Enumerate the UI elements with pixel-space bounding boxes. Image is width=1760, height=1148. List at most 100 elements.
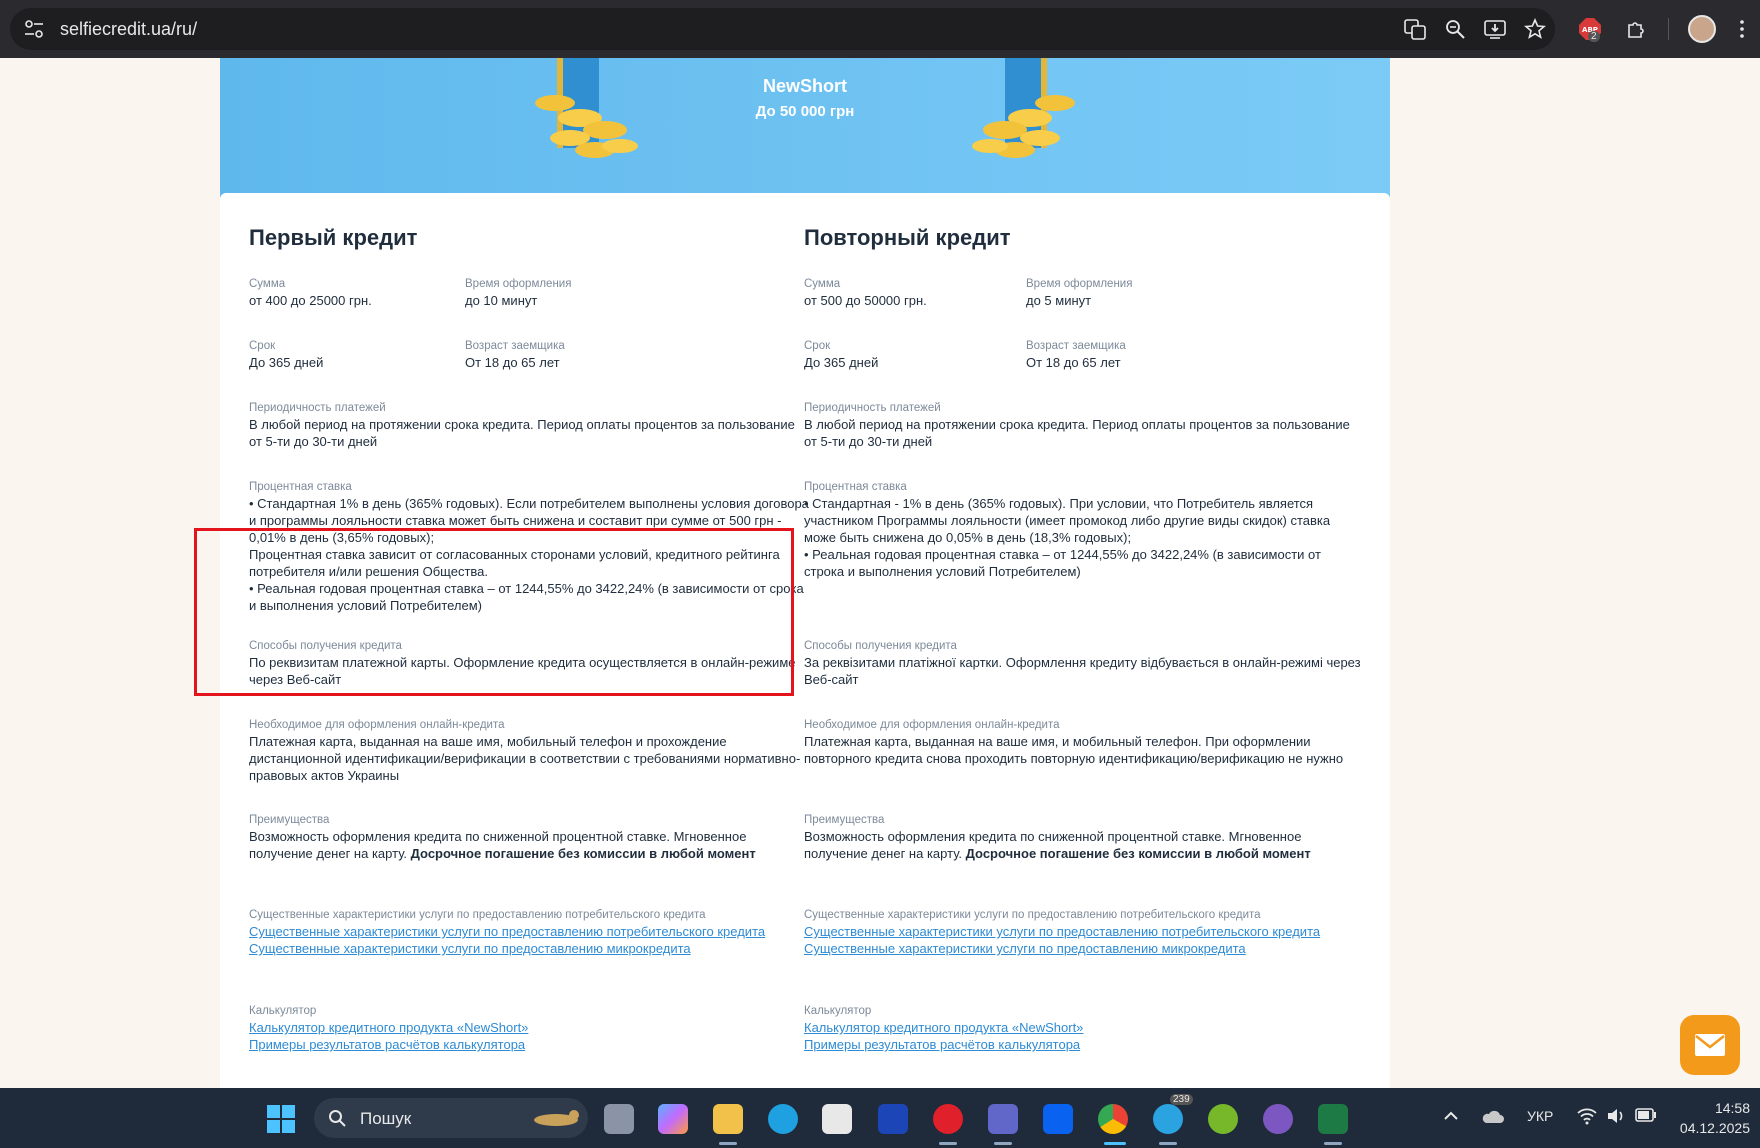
- excel-icon[interactable]: [1318, 1104, 1348, 1134]
- coins-illustration-right: [972, 58, 1075, 158]
- calculator-examples-link[interactable]: Примеры результатов расчётов калькулятор…: [804, 1036, 1364, 1053]
- battery-icon[interactable]: [1635, 1108, 1657, 1122]
- keyboard-language[interactable]: УКР: [1527, 1108, 1553, 1124]
- chrome-active-indicator: [1104, 1142, 1126, 1145]
- contact-chat-button[interactable]: [1680, 1015, 1740, 1075]
- first-credit-title: Первый кредит: [249, 225, 418, 250]
- characteristics-field: Существенные характеристики услуги по пр…: [804, 908, 1364, 957]
- store-icon[interactable]: [822, 1104, 852, 1134]
- mail-icon: [1695, 1034, 1725, 1056]
- age-field: Возраст заемщика От 18 до 65 лет: [465, 339, 665, 371]
- search-highlight-icon: [534, 1110, 579, 1126]
- calculator-label: Калькулятор: [804, 1005, 872, 1017]
- calculator-field: Калькулятор Калькулятор кредитного проду…: [804, 1004, 1364, 1053]
- calculator-link[interactable]: Калькулятор кредитного продукта «NewShor…: [804, 1019, 1364, 1036]
- teams-icon[interactable]: [988, 1104, 1018, 1134]
- advantages-bold-text: Досрочное погашение без комиссии в любой…: [410, 846, 756, 861]
- methods-label: Способы получения кредита: [804, 640, 957, 652]
- lingvo-icon[interactable]: [878, 1104, 908, 1134]
- tray-overflow-chevron-icon[interactable]: [1443, 1110, 1459, 1122]
- search-placeholder: Пошук: [360, 1109, 412, 1128]
- product-amount: До 50 000 грн: [755, 103, 855, 120]
- microcredit-characteristics-link[interactable]: Существенные характеристики услуги по пр…: [804, 940, 1364, 957]
- time-field: Время оформления до 10 минут: [465, 277, 665, 309]
- time-label: Время оформления: [465, 278, 572, 290]
- period-label: Периодичность платежей: [804, 402, 941, 414]
- consumer-credit-characteristics-link[interactable]: Существенные характеристики услуги по пр…: [249, 923, 809, 940]
- task-view-icon[interactable]: [604, 1104, 634, 1134]
- term-label: Срок: [249, 340, 276, 352]
- calculator-link[interactable]: Калькулятор кредитного продукта «NewShor…: [249, 1019, 809, 1036]
- requirements-value: Платежная карта, выданная на ваше имя, м…: [249, 734, 801, 783]
- time-field: Время оформления до 5 минут: [1026, 277, 1226, 309]
- site-settings-icon[interactable]: [24, 20, 44, 38]
- file-explorer-indicator: [719, 1142, 737, 1145]
- translate-icon[interactable]: [1403, 17, 1427, 41]
- calculator-field: Калькулятор Калькулятор кредитного проду…: [249, 1004, 809, 1053]
- browser-toolbar: selfiecredit.ua/ru/ ABP 2: [0, 0, 1760, 58]
- advantages-field: Преимущества Возможность оформления кред…: [804, 813, 1364, 862]
- period-label: Периодичность платежей: [249, 402, 386, 414]
- toolbar-divider: [1668, 18, 1669, 40]
- term-field: Срок До 365 дней: [804, 339, 1004, 371]
- term-label: Срок: [804, 340, 831, 352]
- address-bar[interactable]: selfiecredit.ua/ru/: [10, 8, 1555, 50]
- advantages-value: Возможность оформления кредита по снижен…: [249, 828, 809, 862]
- utorrent-icon[interactable]: [1208, 1104, 1238, 1134]
- product-hero-banner: NewShort До 50 000 грн: [220, 58, 1390, 198]
- repeat-credit-title: Повторный кредит: [804, 225, 1011, 250]
- age-label: Возраст заемщика: [1026, 340, 1126, 352]
- advantages-field: Преимущества Возможность оформления кред…: [249, 813, 809, 862]
- volume-icon[interactable]: [1606, 1107, 1626, 1125]
- rate-label: Процентная ставка: [804, 481, 907, 493]
- dropbox-icon[interactable]: [1043, 1104, 1073, 1134]
- microcredit-characteristics-link[interactable]: Существенные характеристики услуги по пр…: [249, 940, 809, 957]
- file-explorer-icon[interactable]: [713, 1104, 743, 1134]
- characteristics-label: Существенные характеристики услуги по пр…: [804, 909, 1261, 921]
- calculator-examples-link[interactable]: Примеры результатов расчётов калькулятор…: [249, 1036, 809, 1053]
- url-text[interactable]: selfiecredit.ua/ru/: [60, 19, 197, 40]
- term-value: До 365 дней: [249, 355, 324, 370]
- telegram-icon[interactable]: [1153, 1104, 1183, 1134]
- telegram-badge: 239: [1170, 1094, 1193, 1105]
- taskbar-search[interactable]: Пошук: [314, 1098, 588, 1138]
- consumer-credit-characteristics-link[interactable]: Существенные характеристики услуги по пр…: [804, 923, 1364, 940]
- browser-menu-icon[interactable]: [1730, 17, 1754, 41]
- teams-indicator: [994, 1142, 1012, 1145]
- term-value: До 365 дней: [804, 355, 879, 370]
- windows-start-icon[interactable]: [267, 1105, 295, 1133]
- system-clock[interactable]: 14:58 04.12.2025: [1670, 1098, 1750, 1138]
- rate-value-standard: • Стандартная - 1% в день (365% годовых)…: [804, 496, 1331, 545]
- term-field: Срок До 365 дней: [249, 339, 449, 371]
- period-value: В любой период на протяжении срока креди…: [804, 417, 1350, 449]
- bookmark-star-icon[interactable]: [1523, 17, 1547, 41]
- onedrive-icon[interactable]: [1480, 1108, 1504, 1124]
- advantages-bold-text: Досрочное погашение без комиссии в любой…: [965, 846, 1311, 861]
- sum-field: Сумма от 400 до 25000 грн.: [249, 277, 449, 309]
- wifi-icon[interactable]: [1577, 1107, 1597, 1125]
- advantages-label: Преимущества: [804, 814, 885, 826]
- sum-value: от 500 до 50000 грн.: [804, 293, 927, 308]
- zoom-icon[interactable]: [1443, 17, 1467, 41]
- extension-badge: 2: [1588, 31, 1600, 42]
- extensions-puzzle-icon[interactable]: [1625, 17, 1649, 41]
- time-value: до 5 минут: [1026, 293, 1092, 308]
- characteristics-label: Существенные характеристики услуги по пр…: [249, 909, 706, 921]
- age-label: Возраст заемщика: [465, 340, 565, 352]
- viber-icon[interactable]: [1263, 1104, 1293, 1134]
- edge-icon[interactable]: [768, 1104, 798, 1134]
- payment-period-field: Периодичность платежей В любой период на…: [804, 401, 1364, 450]
- profile-avatar[interactable]: [1688, 15, 1716, 43]
- install-app-icon[interactable]: [1483, 17, 1507, 41]
- copilot-icon[interactable]: [658, 1104, 688, 1134]
- rate-value-real-annual: • Реальная годовая процентная ставка – о…: [804, 547, 1321, 579]
- windows-taskbar: Пошук 239 УКР 14:58 04.12.2025: [0, 1088, 1760, 1148]
- sum-label: Сумма: [249, 278, 286, 290]
- page-viewport: NewShort До 50 000 грн Первый кредит Сум…: [0, 58, 1760, 1088]
- interest-rate-highlight-box: [194, 528, 794, 696]
- age-value: От 18 до 65 лет: [1026, 355, 1121, 370]
- opera-icon[interactable]: [933, 1104, 963, 1134]
- sum-field: Сумма от 500 до 50000 грн.: [804, 277, 1004, 309]
- chrome-icon[interactable]: [1098, 1104, 1128, 1134]
- period-value: В любой период на протяжении срока креди…: [249, 417, 795, 449]
